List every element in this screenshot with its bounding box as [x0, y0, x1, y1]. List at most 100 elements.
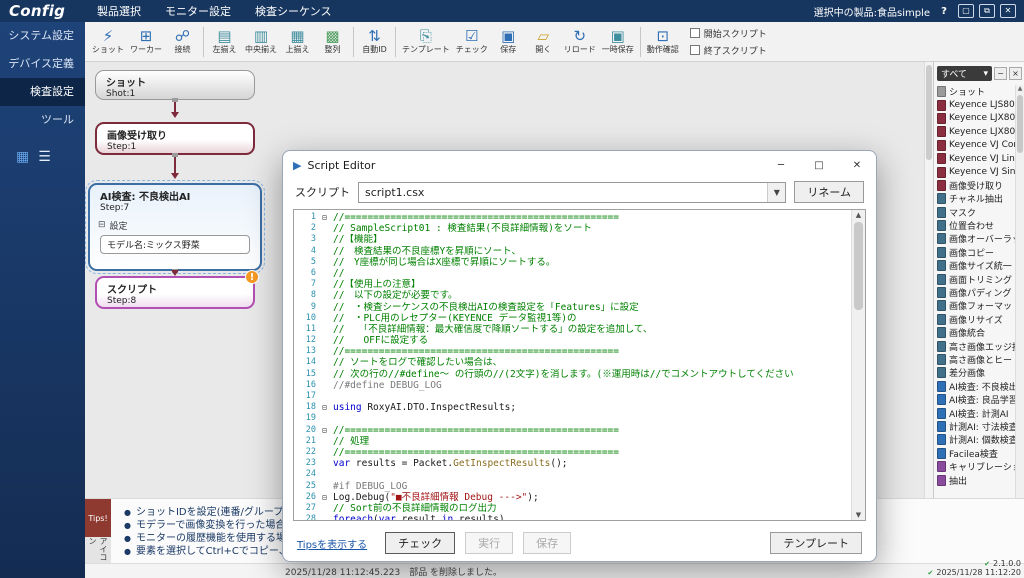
close-button[interactable]: ✕	[1000, 4, 1016, 18]
palette-item[interactable]: Keyence VJ Continu...	[934, 139, 1015, 152]
run-button[interactable]: 実行	[465, 532, 513, 554]
scrollbar-thumb[interactable]	[854, 222, 863, 310]
flow-node-script[interactable]: スクリプト Step:8 !	[95, 276, 255, 309]
palette-item[interactable]: 計測AI: 寸法検査	[934, 420, 1015, 433]
toolbar-button[interactable]: ▥中央揃え	[242, 23, 280, 61]
toolbar-button[interactable]: ☍接続	[165, 23, 200, 61]
toolbar-button[interactable]: ▣保存	[491, 23, 526, 61]
fold-toggle[interactable]: ⊟	[320, 402, 333, 413]
layout-button[interactable]: ⧉	[979, 4, 995, 18]
editor-titlebar[interactable]: ▶ Script Editor ─□✕	[283, 151, 876, 179]
palette-item[interactable]: 差分画像	[934, 366, 1015, 379]
check-button[interactable]: チェック	[385, 532, 455, 554]
help-button[interactable]: ?	[937, 4, 951, 18]
scrollbar-thumb[interactable]	[926, 65, 932, 160]
toolbar-button[interactable]: ▦上揃え	[280, 23, 315, 61]
palette-item[interactable]: Keyence LJX8000A...	[934, 125, 1015, 138]
script-select-dropdown[interactable]: script1.csx ▼	[358, 182, 786, 203]
apps-grid-icon[interactable]: ▦	[16, 150, 29, 164]
palette-item[interactable]: ショット	[934, 85, 1015, 98]
palette-item[interactable]: Keyence LJX8000A S...	[934, 112, 1015, 125]
palette-item[interactable]: 画像統合	[934, 326, 1015, 339]
show-tips-link[interactable]: Tipsを表示する	[297, 536, 367, 551]
script-checkbox[interactable]: 開始スクリプト	[690, 27, 767, 40]
template-button[interactable]: テンプレート	[770, 532, 862, 554]
toolbar-button[interactable]: ▩整列	[315, 23, 350, 61]
sidebar-item[interactable]: デバイス定義	[0, 50, 85, 78]
editor-maximize-button[interactable]: □	[800, 151, 838, 179]
palette-item[interactable]: 画像オーバーラップ	[934, 232, 1015, 245]
toolbar-button[interactable]: ▱開く	[526, 23, 561, 61]
palette-item[interactable]: マスク	[934, 206, 1015, 219]
palette-item[interactable]: AI検査: 良品学習AI	[934, 393, 1015, 406]
flow-node-image-receive[interactable]: 画像受け取り Step:1	[95, 122, 255, 155]
maximize-button[interactable]: ▢	[958, 4, 974, 18]
palette-item[interactable]: 位置合わせ	[934, 219, 1015, 232]
model-name-box[interactable]: モデル名:ミックス野菜	[100, 235, 250, 254]
palette-item[interactable]: AI検査: 不良検出AI	[934, 380, 1015, 393]
tips-tab[interactable]: Tips!	[85, 499, 111, 537]
palette-scrollbar[interactable]: ▲	[1015, 85, 1024, 498]
line-number: 24	[294, 469, 320, 480]
palette-item[interactable]: AI検査: 計測AI	[934, 406, 1015, 419]
fold-toggle[interactable]: ⊟	[320, 212, 333, 223]
palette-item[interactable]: 画像パディング	[934, 286, 1015, 299]
editor-vertical-scrollbar[interactable]: ▲ ▼	[851, 210, 865, 520]
palette-item[interactable]: 計測AI: 個数検査	[934, 433, 1015, 446]
editor-close-button[interactable]: ✕	[838, 151, 876, 179]
script-checkbox[interactable]: 終了スクリプト	[690, 44, 767, 57]
palette-item[interactable]: 画像サイズ統一	[934, 259, 1015, 272]
palette-item[interactable]: 画像リサイズ	[934, 313, 1015, 326]
palette-item[interactable]: Keyence VJ LineSca...	[934, 152, 1015, 165]
canvas-vertical-scrollbar[interactable]	[924, 62, 933, 498]
palette-item[interactable]: Keyence LJS8000 ...	[934, 98, 1015, 111]
toolbar-button[interactable]: ▣一時保存	[599, 23, 637, 61]
toolbar-button[interactable]: ⎘テンプレート	[399, 23, 453, 61]
toolbar-button[interactable]: ⊡動作確認	[644, 23, 682, 61]
menu-item[interactable]: モニター設定	[153, 0, 243, 22]
toolbar-button[interactable]: ⇅自動ID	[357, 23, 392, 61]
scrollbar-thumb[interactable]	[1017, 95, 1023, 153]
palette-item[interactable]: 画像フォーマット変換	[934, 299, 1015, 312]
palette-item[interactable]: Facilea検査	[934, 447, 1015, 460]
sidebar-item[interactable]: 検査設定	[0, 78, 85, 106]
collapse-icon[interactable]: ⊟	[98, 221, 106, 230]
palette-item[interactable]: 高さ画像エッジ抽出(LJ...	[934, 339, 1015, 352]
list-menu-icon[interactable]: ☰	[38, 150, 51, 164]
palette-item-label: Keyence VJ Continu...	[949, 140, 1015, 150]
palette-item[interactable]: 画面トリミング	[934, 272, 1015, 285]
sidebar-item[interactable]: ツール	[0, 106, 85, 134]
flow-node-ai-inspect[interactable]: AI検査: 不良検出AI Step:7 ⊟ 設定 モデル名:ミックス野菜	[88, 183, 262, 271]
palette-item[interactable]: 抽出	[934, 473, 1015, 486]
palette-item[interactable]: 高さ画像とヒートマップ変換	[934, 353, 1015, 366]
scroll-down-icon[interactable]: ▼	[852, 511, 865, 519]
palette-item[interactable]: 画像受け取り	[934, 179, 1015, 192]
node-settings-section[interactable]: ⊟ 設定	[90, 216, 260, 235]
chevron-down-icon[interactable]: ▼	[767, 183, 785, 202]
toolbar-button[interactable]: ⊞ワーカー	[127, 23, 165, 61]
palette-item[interactable]: キャリブレーション	[934, 460, 1015, 473]
fold-toggle[interactable]: ⊟	[320, 425, 333, 436]
palette-list: ショットKeyence LJS8000 ...Keyence LJX8000A …	[934, 85, 1015, 498]
menu-item[interactable]: 製品選択	[85, 0, 153, 22]
editor-minimize-button[interactable]: ─	[762, 151, 800, 179]
code-editor[interactable]: 1⊟//====================================…	[293, 209, 866, 521]
palette-item[interactable]: Keyence VJ SingleFr...	[934, 165, 1015, 178]
toolbar-button[interactable]: ↻リロード	[561, 23, 599, 61]
toolbar-button[interactable]: ☑チェック	[453, 23, 491, 61]
sidebar-item[interactable]: システム設定	[0, 22, 85, 50]
palette-minimize-button[interactable]: −	[994, 67, 1007, 80]
icons-tab[interactable]: アイコン	[85, 537, 111, 563]
fold-toggle[interactable]: ⊟	[320, 492, 333, 503]
flow-node-shot[interactable]: ショット Shot:1	[95, 70, 255, 100]
palette-item[interactable]: 画像コピー	[934, 246, 1015, 259]
palette-item[interactable]: チャネル抽出	[934, 192, 1015, 205]
save-button[interactable]: 保存	[523, 532, 571, 554]
rename-button[interactable]: リネーム	[794, 181, 864, 203]
palette-close-button[interactable]: ×	[1009, 67, 1022, 80]
toolbar-button[interactable]: ⚡ショット	[89, 23, 127, 61]
menu-item[interactable]: 検査シーケンス	[243, 0, 343, 22]
toolbar-button[interactable]: ▤左揃え	[207, 23, 242, 61]
palette-filter-dropdown[interactable]: すべて ▾	[937, 66, 992, 81]
scroll-up-icon[interactable]: ▲	[852, 211, 865, 219]
